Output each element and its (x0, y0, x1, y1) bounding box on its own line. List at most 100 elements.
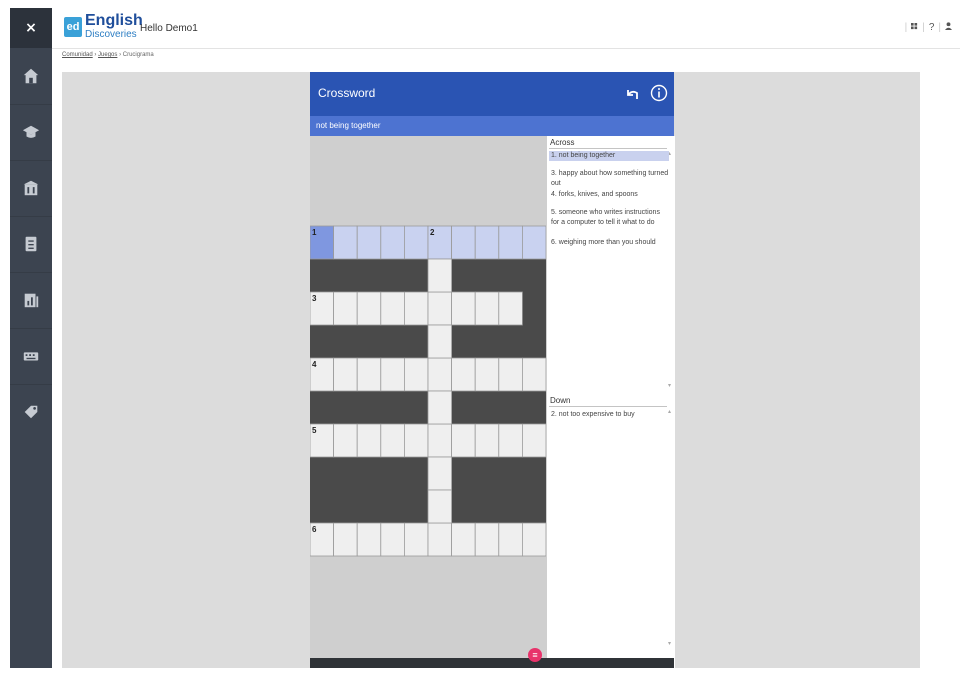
grid-number: 6 (312, 525, 317, 534)
grid-cell[interactable] (427, 489, 453, 524)
undo-icon[interactable] (624, 86, 640, 102)
logo-subtitle: Discoveries (85, 29, 137, 40)
user-icon[interactable] (945, 22, 952, 33)
grid-cell[interactable] (474, 357, 500, 392)
grid-cell[interactable] (427, 456, 453, 491)
grid-cell[interactable] (404, 357, 429, 392)
keyboard-icon[interactable] (10, 328, 52, 385)
grid-cell[interactable] (427, 291, 453, 326)
grid-cell[interactable] (498, 357, 523, 392)
scroll-down-arrow[interactable]: ▾ (668, 382, 671, 389)
divider (549, 148, 667, 149)
crossword-title: Crossword (318, 86, 376, 100)
chart-icon[interactable] (10, 272, 52, 329)
grid-cell[interactable] (521, 423, 546, 458)
grid-icon[interactable] (911, 22, 918, 33)
close-button[interactable]: × (10, 8, 52, 48)
graduation-cap-icon[interactable] (10, 104, 52, 161)
grid-cell[interactable] (380, 357, 405, 392)
grid-cell[interactable] (380, 291, 405, 326)
grid-number: 4 (312, 360, 317, 369)
sidebar: × (10, 8, 52, 668)
building-icon[interactable] (10, 160, 52, 217)
grid-number: 5 (312, 426, 317, 435)
grid-cell[interactable] (498, 522, 523, 557)
grid-cell[interactable] (451, 291, 476, 326)
grid-cell[interactable] (498, 291, 523, 326)
across-clue-1[interactable]: 1. not being together (549, 151, 669, 161)
grid-cell[interactable] (356, 357, 382, 392)
grid-cell[interactable] (356, 225, 382, 260)
grid-cell[interactable] (427, 357, 453, 392)
grid-cell[interactable] (404, 225, 429, 260)
grid-cell[interactable] (380, 423, 405, 458)
crossword-grid-area: 1 2 3 4 5 6 (310, 136, 546, 668)
crossword-panel: Crossword not being together 1 2 3 4 5 6 Acro… (310, 72, 675, 668)
down-heading: Down (550, 396, 571, 405)
grid-cell[interactable] (521, 225, 546, 260)
help-icon[interactable]: ? (929, 22, 935, 33)
grid-cell[interactable] (427, 390, 453, 425)
grid-cell[interactable] (356, 291, 382, 326)
across-clue-6[interactable]: 6. weighing more than you should (549, 238, 669, 248)
grid-cell[interactable] (427, 423, 453, 458)
grid-cell[interactable] (404, 423, 429, 458)
grid-cell[interactable] (521, 522, 546, 557)
notebook-icon[interactable] (10, 216, 52, 273)
across-clue-3[interactable]: 3. happy about how something turned out (549, 169, 669, 189)
across-heading: Across (550, 138, 575, 147)
grid-cell[interactable] (474, 291, 500, 326)
breadcrumb-link-community[interactable]: Comunidad (62, 52, 93, 58)
grid-cell[interactable] (498, 423, 523, 458)
grid-cell[interactable] (451, 423, 476, 458)
grid-cell[interactable] (380, 522, 405, 557)
app-frame: × ed English Discoveries Hello Demo1 | |… (10, 8, 960, 668)
grid-cell[interactable] (474, 522, 500, 557)
grid-number: 2 (430, 228, 435, 237)
current-clue-text: not being together (316, 121, 381, 130)
grid-cell[interactable] (427, 258, 453, 293)
crossword-grid[interactable]: 1 2 3 4 5 6 (310, 136, 546, 668)
menu-button[interactable]: ≡ (528, 648, 542, 662)
greeting-text: Hello Demo1 (140, 23, 198, 34)
grid-cell[interactable] (521, 357, 546, 392)
home-icon[interactable] (10, 48, 52, 105)
tag-icon[interactable] (10, 384, 52, 440)
grid-cell[interactable] (333, 357, 358, 392)
breadcrumb-link-games[interactable]: Juegos (98, 52, 117, 58)
divider (549, 406, 667, 407)
divider: | (922, 22, 925, 33)
grid-cell[interactable] (474, 225, 500, 260)
grid-cell[interactable] (404, 291, 429, 326)
grid-cell[interactable] (333, 423, 358, 458)
grid-cell[interactable] (404, 522, 429, 557)
grid-cell[interactable] (356, 522, 382, 557)
panel-footer-bar (310, 658, 674, 668)
current-clue-bar: not being together (310, 116, 674, 136)
scroll-down-arrow[interactable]: ▾ (668, 640, 671, 647)
grid-cell[interactable] (451, 522, 476, 557)
grid-cell[interactable] (380, 225, 405, 260)
grid-number: 3 (312, 294, 317, 303)
grid-cell[interactable] (474, 423, 500, 458)
top-right-controls: | | ? | (905, 22, 952, 33)
grid-cell[interactable] (427, 324, 453, 359)
grid-cell[interactable] (427, 522, 453, 557)
grid-cell[interactable] (356, 423, 382, 458)
top-bar: ed English Discoveries Hello Demo1 | | ?… (52, 8, 960, 49)
divider: | (938, 22, 941, 33)
crossword-header: Crossword (310, 72, 674, 116)
grid-cell[interactable] (333, 225, 358, 260)
grid-cell[interactable] (333, 522, 358, 557)
grid-cell[interactable] (451, 225, 476, 260)
grid-number: 1 (312, 228, 317, 237)
grid-cell[interactable] (498, 225, 523, 260)
logo-word: English (85, 12, 143, 29)
grid-cell[interactable] (333, 291, 358, 326)
grid-cell[interactable] (451, 357, 476, 392)
across-clue-5[interactable]: 5. someone who writes instructions for a… (549, 208, 669, 228)
logo-mark: ed (64, 17, 82, 37)
info-icon[interactable] (650, 84, 668, 102)
across-clue-4[interactable]: 4. forks, knives, and spoons (549, 190, 669, 200)
down-clue-2[interactable]: 2. not too expensive to buy (549, 410, 669, 420)
